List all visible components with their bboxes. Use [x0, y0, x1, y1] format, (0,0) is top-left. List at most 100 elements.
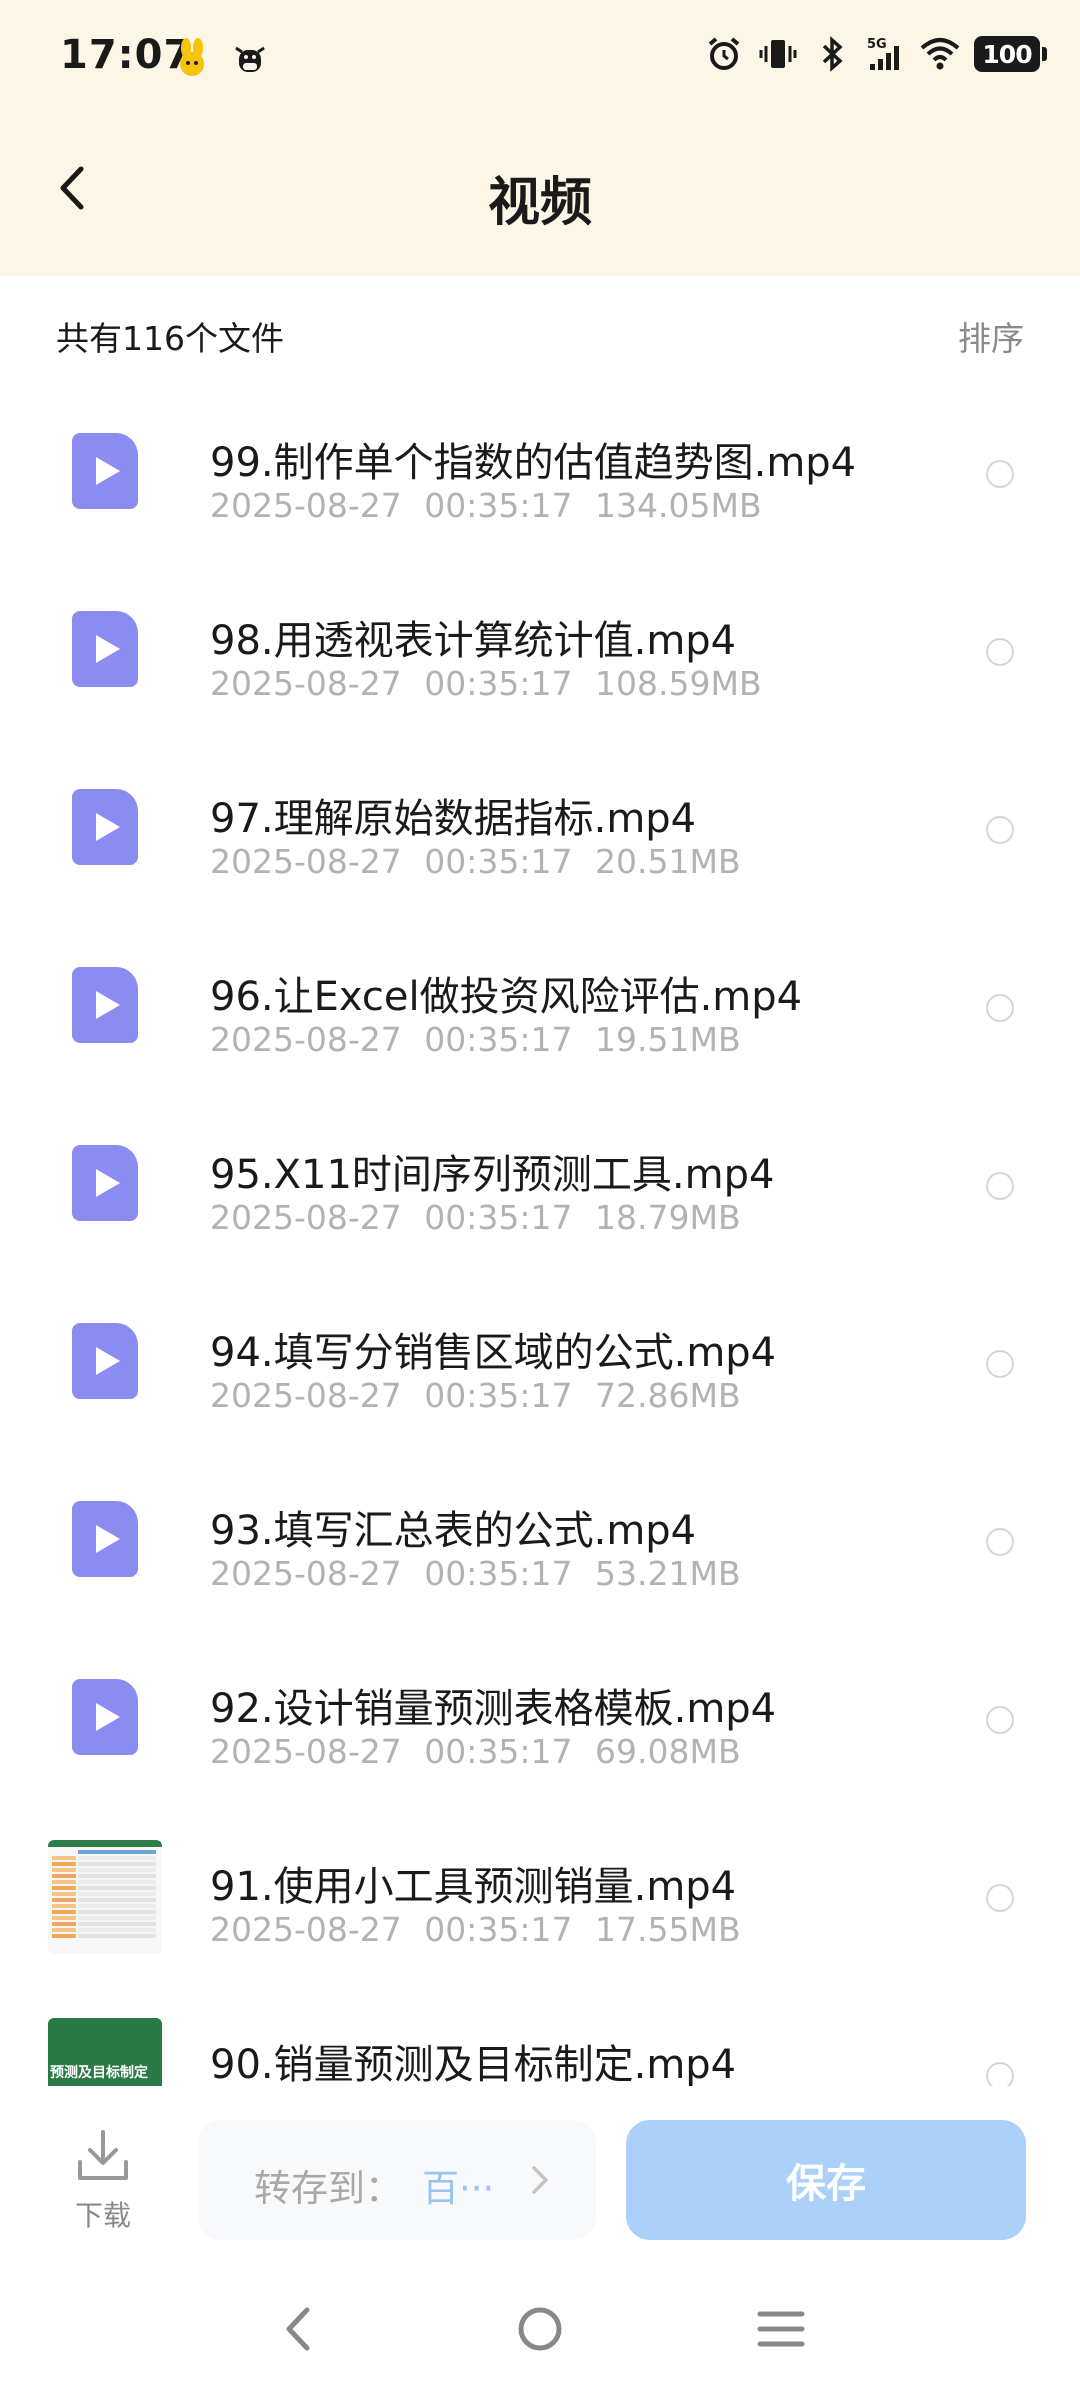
file-row[interactable]: 92.设计销量预测表格模板.mp4 2025-08-27 00:35:17 69.… [0, 1632, 1080, 1810]
file-name: 95.X11时间序列预测工具.mp4 [210, 1152, 775, 1198]
bunny-emoji-icon [180, 38, 204, 76]
file-row[interactable]: 97.理解原始数据指标.mp4 2025-08-27 00:35:17 20.51… [0, 742, 1080, 920]
spreadsheet-thumbnail [48, 1840, 162, 1954]
file-name: 97.理解原始数据指标.mp4 [210, 796, 697, 842]
video-file-icon [72, 433, 138, 509]
file-name: 90.销量预测及目标制定.mp4 [210, 2042, 737, 2086]
status-bar: 17:07 5G 100 [0, 0, 1080, 118]
file-list: 99.制作单个指数的估值趋势图.mp4 2025-08-27 00:35:17 1… [0, 386, 1080, 2086]
file-size: 17.55MB [595, 1910, 741, 1949]
file-size: 19.51MB [595, 1020, 741, 1059]
file-time: 00:35:17 [424, 1910, 573, 1949]
notification-icons [172, 38, 270, 78]
file-time: 00:35:17 [424, 1732, 573, 1771]
video-file-icon [72, 967, 138, 1043]
file-size: 69.08MB [595, 1732, 741, 1771]
video-file-icon [72, 1145, 138, 1221]
nav-back-button[interactable] [264, 2294, 334, 2364]
play-icon [96, 635, 120, 663]
file-meta: 2025-08-27 00:35:17 134.05MB [210, 486, 762, 525]
file-browser-screen: 17:07 5G 100 视频 共有116个文件 排序 99.制作单个指数的估值… [0, 0, 1080, 2400]
select-radio[interactable] [986, 460, 1014, 488]
save-to-label: 转存到： [254, 2167, 402, 2210]
file-size: 134.05MB [595, 486, 762, 525]
select-radio[interactable] [986, 994, 1014, 1022]
file-date: 2025-08-27 [210, 1732, 402, 1771]
save-button[interactable]: 保存 [626, 2120, 1026, 2240]
file-meta: 2025-08-27 00:35:17 18.79MB [210, 1198, 741, 1237]
file-name: 98.用透视表计算统计值.mp4 [210, 618, 737, 664]
select-radio[interactable] [986, 816, 1014, 844]
file-size: 18.79MB [595, 1198, 741, 1237]
wifi-icon [920, 38, 960, 70]
svg-text:5G: 5G [867, 37, 887, 52]
file-time: 00:35:17 [424, 1198, 573, 1237]
file-name: 99.制作单个指数的估值趋势图.mp4 [210, 440, 857, 486]
file-time: 00:35:17 [424, 842, 573, 881]
file-name: 91.使用小工具预测销量.mp4 [210, 1864, 737, 1910]
nav-menu-button[interactable] [746, 2294, 816, 2364]
signal-5g-icon: 5G [867, 37, 899, 70]
file-time: 00:35:17 [424, 1020, 573, 1059]
select-radio[interactable] [986, 2062, 1014, 2086]
nav-menu-icon [757, 2311, 805, 2347]
green-title-thumbnail: 预测及目标制定 [48, 2018, 162, 2086]
file-meta: 2025-08-27 00:35:17 19.51MB [210, 1020, 741, 1059]
bluetooth-icon [822, 36, 843, 72]
download-button[interactable]: 下载 [62, 2126, 144, 2234]
file-row[interactable]: 95.X11时间序列预测工具.mp4 2025-08-27 00:35:17 18… [0, 1098, 1080, 1276]
file-time: 00:35:17 [424, 1554, 573, 1593]
file-date: 2025-08-27 [210, 1910, 402, 1949]
battery-icon: 100 [974, 36, 1047, 72]
file-meta: 2025-08-27 00:35:17 20.51MB [210, 842, 741, 881]
file-date: 2025-08-27 [210, 486, 402, 525]
sort-button[interactable]: 排序 [958, 312, 1024, 360]
select-radio[interactable] [986, 1528, 1014, 1556]
thumbnail-text: 预测及目标制定 [50, 2065, 148, 2081]
video-file-icon [72, 789, 138, 865]
file-row[interactable]: 91.使用小工具预测销量.mp4 2025-08-27 00:35:17 17.5… [0, 1810, 1080, 1988]
header: 视频 [0, 118, 1080, 276]
file-time: 00:35:17 [424, 1376, 573, 1415]
file-meta: 2025-08-27 00:35:17 69.08MB [210, 1732, 741, 1771]
file-name: 93.填写汇总表的公式.mp4 [210, 1508, 697, 1554]
file-date: 2025-08-27 [210, 1554, 402, 1593]
file-row[interactable]: 预测及目标制定 90.销量预测及目标制定.mp4 [0, 1988, 1080, 2086]
select-radio[interactable] [986, 1172, 1014, 1200]
save-to-selector[interactable]: 转存到： 百··· [198, 2120, 596, 2240]
file-name: 94.填写分销售区域的公式.mp4 [210, 1330, 777, 1376]
file-size: 53.21MB [595, 1554, 741, 1593]
file-name: 96.让Excel做投资风险评估.mp4 [210, 974, 803, 1020]
file-row[interactable]: 99.制作单个指数的估值趋势图.mp4 2025-08-27 00:35:17 1… [0, 386, 1080, 564]
select-radio[interactable] [986, 1350, 1014, 1378]
video-file-icon [72, 1679, 138, 1755]
file-date: 2025-08-27 [210, 1020, 402, 1059]
nav-home-button[interactable] [505, 2294, 575, 2364]
top-area: 17:07 5G 100 视频 [0, 0, 1080, 276]
file-row[interactable]: 94.填写分销售区域的公式.mp4 2025-08-27 00:35:17 72.… [0, 1276, 1080, 1454]
save-to-value: 百··· [422, 2167, 495, 2210]
play-icon [96, 991, 120, 1019]
file-date: 2025-08-27 [210, 842, 402, 881]
nav-home-icon [518, 2307, 562, 2351]
file-meta: 2025-08-27 00:35:17 108.59MB [210, 664, 762, 703]
file-time: 00:35:17 [424, 664, 573, 703]
select-radio[interactable] [986, 1706, 1014, 1734]
cow-emoji-icon [235, 46, 265, 72]
file-count-label: 共有116个文件 [56, 319, 284, 358]
vibrate-icon [759, 40, 797, 68]
file-row[interactable]: 98.用透视表计算统计值.mp4 2025-08-27 00:35:17 108.… [0, 564, 1080, 742]
system-nav-bar [0, 2286, 1080, 2400]
video-file-icon [72, 611, 138, 687]
file-size: 108.59MB [595, 664, 762, 703]
action-bar: 下载 转存到： 百··· 保存 [0, 2086, 1080, 2286]
select-radio[interactable] [986, 1884, 1014, 1912]
file-row[interactable]: 96.让Excel做投资风险评估.mp4 2025-08-27 00:35:17 … [0, 920, 1080, 1098]
file-size: 72.86MB [595, 1376, 741, 1415]
select-radio[interactable] [986, 638, 1014, 666]
file-date: 2025-08-27 [210, 1198, 402, 1237]
play-icon [96, 1347, 120, 1375]
file-row[interactable]: 93.填写汇总表的公式.mp4 2025-08-27 00:35:17 53.21… [0, 1454, 1080, 1632]
page-title: 视频 [487, 173, 592, 233]
download-label: 下载 [74, 2199, 131, 2232]
